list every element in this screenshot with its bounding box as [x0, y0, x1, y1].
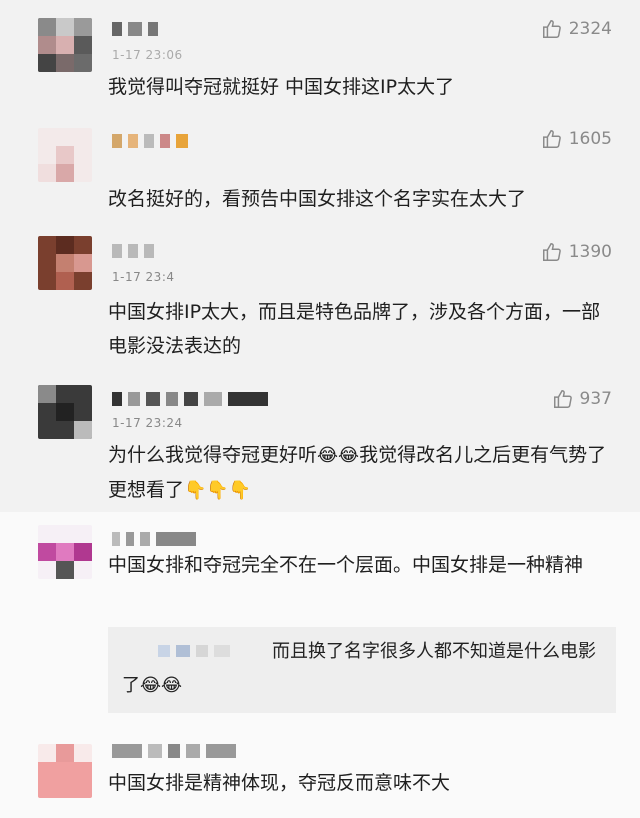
avatar[interactable]	[38, 236, 92, 290]
like-count: 1605	[568, 129, 612, 149]
pointing-down-emoji: 👇👇👇	[184, 480, 252, 501]
thumbs-up-icon	[542, 20, 561, 38]
comment-time: 1-17 23:06	[112, 48, 183, 62]
reply-text: 而且换了名字很多人都不知道是什么电影了😂😂	[122, 635, 602, 703]
avatar[interactable]	[38, 385, 92, 439]
username-blurred[interactable]	[112, 22, 158, 36]
thumbs-up-icon	[542, 130, 561, 148]
like-button[interactable]: 937	[552, 388, 612, 410]
like-count: 937	[579, 389, 612, 409]
avatar[interactable]	[38, 744, 92, 798]
thumbs-up-icon	[553, 390, 572, 408]
like-button[interactable]: 1605	[541, 128, 612, 150]
reply-box[interactable]: 而且换了名字很多人都不知道是什么电影了😂😂	[108, 627, 616, 713]
username-blurred[interactable]	[112, 744, 236, 758]
like-button[interactable]: 1390	[541, 241, 612, 263]
avatar[interactable]	[38, 18, 92, 72]
comment-text: 中国女排是精神体现，夺冠反而意味不大	[108, 772, 451, 794]
comment-text: 中国女排和夺冠完全不在一个层面。中国女排是一种精神	[108, 554, 584, 576]
username-blurred[interactable]	[112, 532, 196, 546]
avatar[interactable]	[38, 128, 92, 182]
avatar[interactable]	[38, 525, 92, 579]
laughing-crying-emoji: 😂😂	[140, 675, 183, 696]
comment-text: 为什么我觉得夺冠更好听😂😂我觉得改名儿之后更有气势了 更想看了👇👇👇	[108, 438, 613, 508]
username-blurred[interactable]	[112, 244, 154, 258]
comment-text: 中国女排IP太大，而且是特色品牌了，涉及各个方面，一部电影没法表达的	[108, 301, 601, 357]
reply-text-content: 而且换了名字很多人都不知道是什么电影了	[122, 641, 596, 696]
comment-text: 我觉得叫夺冠就挺好 中国女排这IP太大了	[108, 76, 455, 98]
comment-text-part: 为什么我觉得夺冠更好听	[108, 444, 318, 466]
like-button[interactable]: 2324	[541, 18, 612, 40]
laughing-crying-emoji: 😂😂	[317, 445, 360, 466]
comment-time: 1-17 23:24	[112, 416, 183, 430]
like-count: 2324	[568, 19, 612, 39]
comment-text: 改名挺好的，看预告中国女排这个名字实在太大了	[108, 188, 527, 210]
username-blurred[interactable]	[112, 392, 268, 406]
comment-time: 1-17 23:4	[112, 270, 175, 284]
username-blurred[interactable]	[112, 134, 188, 148]
like-count: 1390	[568, 242, 612, 262]
thumbs-up-icon	[542, 243, 561, 261]
